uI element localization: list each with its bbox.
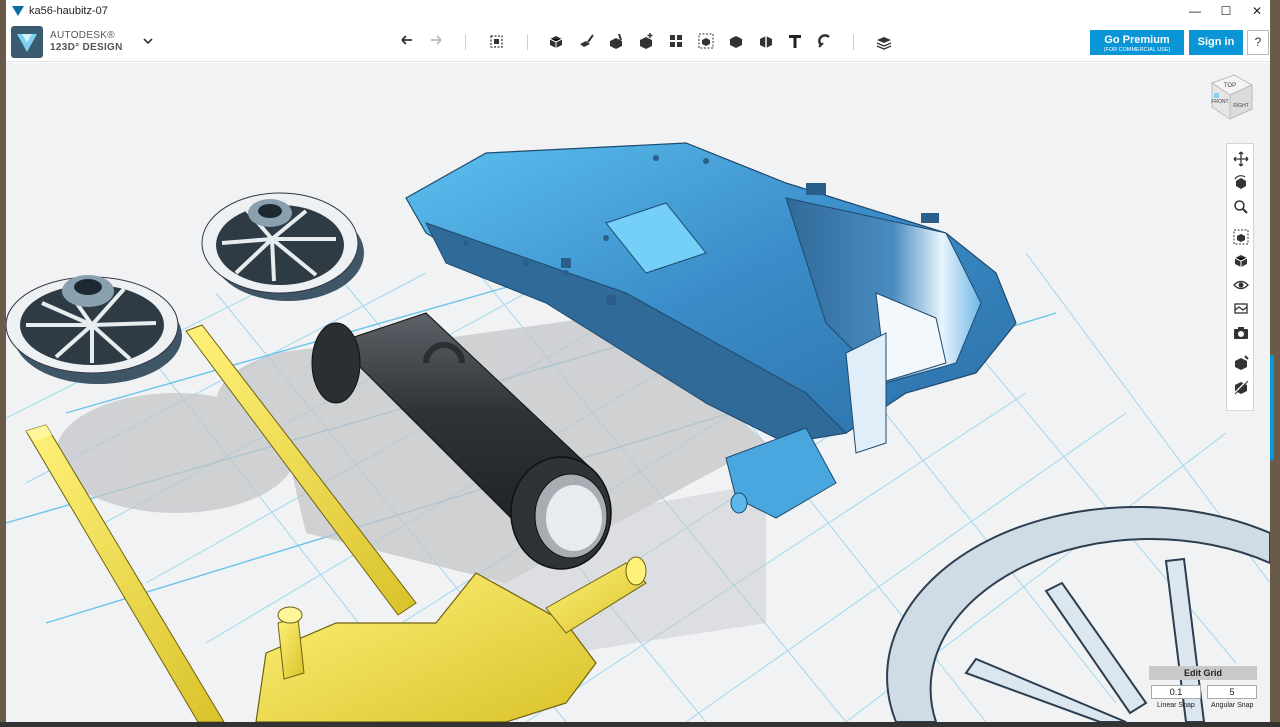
middle-wheel-model[interactable] (201, 192, 364, 301)
combine-icon[interactable] (726, 31, 746, 51)
edit-grid-icon[interactable] (1232, 354, 1250, 372)
undo-icon[interactable] (397, 31, 417, 51)
grouping-icon[interactable] (696, 31, 716, 51)
view-cube-top: TOP (1224, 83, 1236, 89)
sign-in-button[interactable]: Sign in (1189, 30, 1243, 55)
edit-grid-panel: Edit Grid 0.1 5 Linear Snap Angular Snap (1149, 666, 1257, 718)
edit-grid-button[interactable]: Edit Grid (1149, 666, 1257, 680)
materials-icon[interactable] (1232, 300, 1250, 318)
window-title: ka56-haubitz-07 (29, 5, 108, 17)
main-toolbar: AUTODESK® 123D° DESIGN Go Premium (FOR C… (6, 22, 1270, 62)
help-button[interactable]: ? (1247, 30, 1269, 55)
pan-icon[interactable] (1232, 150, 1250, 168)
go-premium-button[interactable]: Go Premium (FOR COMMERCIAL USE) (1090, 30, 1184, 55)
premium-label: Go Premium (1104, 34, 1170, 46)
camera-icon[interactable] (1232, 324, 1250, 342)
toolbar-separator (465, 34, 466, 50)
toolbar-separator (527, 34, 528, 50)
angular-snap-label: Angular Snap (1211, 702, 1254, 709)
sketch-icon[interactable] (576, 31, 596, 51)
app-logo-icon (12, 6, 24, 16)
primitives-icon[interactable] (546, 31, 566, 51)
desktop-accent (1270, 355, 1274, 460)
modify-icon[interactable] (636, 31, 656, 51)
hide-grid-icon[interactable] (1232, 378, 1250, 396)
pattern-icon[interactable] (666, 31, 686, 51)
perspective-icon[interactable] (1232, 252, 1250, 270)
material-icon[interactable] (874, 31, 894, 51)
view-cube[interactable]: TOP FRONT RIGHT (1204, 71, 1256, 129)
view-cube-right: RIGHT (1233, 103, 1249, 109)
chevron-down-icon[interactable] (142, 34, 154, 48)
app-menu-logo-icon[interactable] (11, 26, 43, 58)
brand-product: 123D° DESIGN (50, 42, 123, 53)
zoom-icon[interactable] (1232, 198, 1250, 216)
title-bar: ka56-haubitz-07 — ☐ ✕ (6, 0, 1270, 22)
snap-icon[interactable] (815, 31, 835, 51)
toolbar-separator (853, 34, 854, 50)
navigation-bar (1226, 143, 1254, 411)
3d-viewport[interactable]: TOP FRONT RIGHT Edit Grid 0.1 5 Linear S… (6, 63, 1270, 722)
scene-canvas (6, 142, 1270, 722)
measure-icon[interactable] (756, 31, 776, 51)
close-button[interactable]: ✕ (1242, 0, 1270, 22)
app-window: ka56-haubitz-07 — ☐ ✕ AUTODESK® 123D° DE… (6, 0, 1270, 722)
premium-sublabel: (FOR COMMERCIAL USE) (1103, 47, 1171, 53)
linear-snap-field[interactable]: 0.1 (1151, 685, 1201, 699)
redo-icon[interactable] (426, 31, 446, 51)
angular-snap-field[interactable]: 5 (1207, 685, 1257, 699)
linear-snap-label: Linear Snap (1157, 702, 1195, 709)
orbit-icon[interactable] (1232, 174, 1250, 192)
visibility-icon[interactable] (1232, 276, 1250, 294)
left-wheel-model[interactable] (6, 275, 182, 384)
text-icon[interactable] (785, 31, 805, 51)
fit-icon[interactable] (1232, 228, 1250, 246)
maximize-button[interactable]: ☐ (1211, 0, 1241, 22)
brand-autodesk: AUTODESK® (50, 30, 115, 41)
construct-icon[interactable] (606, 31, 626, 51)
transform-icon[interactable] (487, 31, 507, 51)
taskbar-strip (0, 722, 1280, 727)
minimize-button[interactable]: — (1180, 0, 1210, 22)
view-cube-front: FRONT (1211, 99, 1228, 105)
